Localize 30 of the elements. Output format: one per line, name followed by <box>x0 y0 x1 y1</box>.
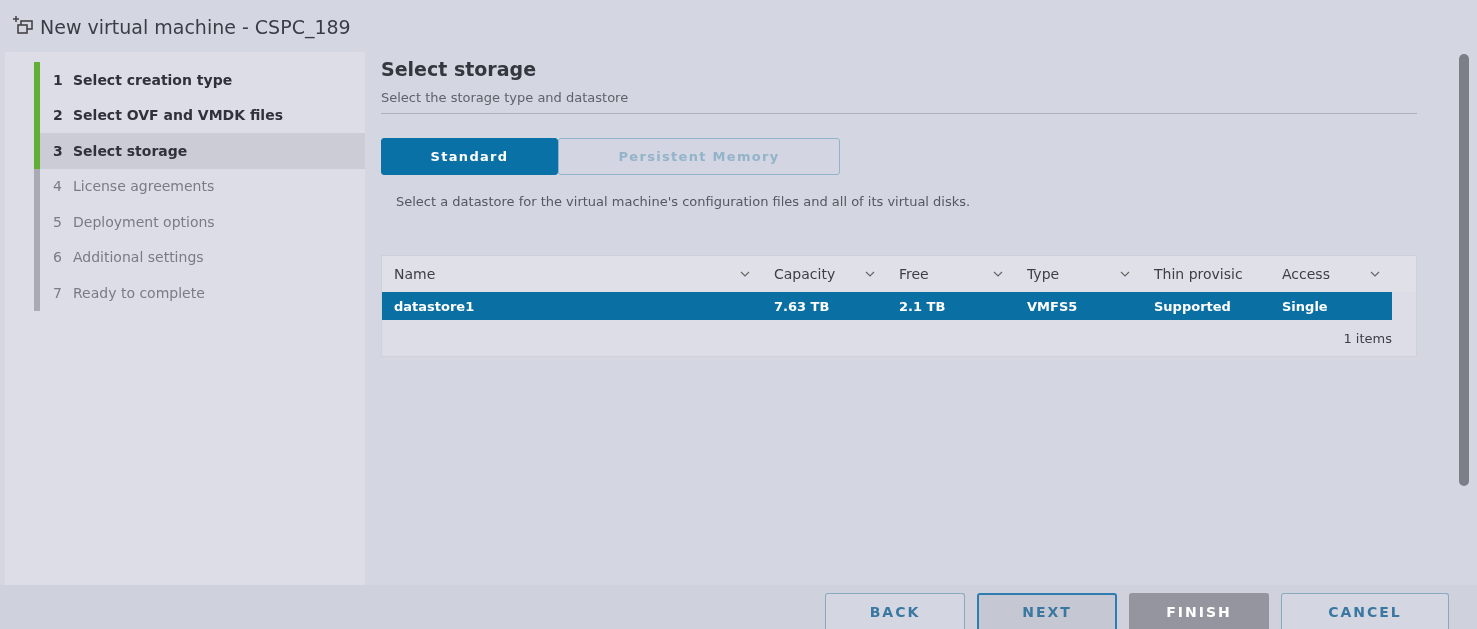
column-header[interactable]: Thin provisic <box>1142 266 1270 282</box>
column-header[interactable]: Free <box>887 266 1015 282</box>
column-header[interactable]: Type <box>1015 266 1142 282</box>
page-subtitle: Select the storage type and datastore <box>381 90 1417 114</box>
storage-type-tab[interactable]: Standard <box>381 138 558 175</box>
wizard-step[interactable]: 3 Select storage <box>35 133 365 169</box>
wizard-button[interactable]: BACK <box>825 593 965 629</box>
caret-icon[interactable] <box>1370 271 1380 277</box>
caret-icon[interactable] <box>865 271 875 277</box>
datastore-row[interactable]: datastore1 7.63 TB 2.1 TB VMFS5 Supported Single <box>382 292 1392 320</box>
caret-icon[interactable] <box>740 271 750 277</box>
wizard-button[interactable]: CANCEL <box>1281 593 1449 629</box>
wizard-step[interactable]: 6 Additional settings <box>35 239 365 275</box>
new-vm-icon <box>12 15 34 35</box>
item-count: 1 items <box>1343 330 1392 346</box>
column-header[interactable]: Capacity <box>762 266 887 282</box>
caret-icon[interactable] <box>993 271 1003 277</box>
wizard-step[interactable]: 7 Ready to complete <box>35 275 365 311</box>
scrollbar[interactable] <box>1459 54 1469 486</box>
window-title: New virtual machine - CSPC_189 <box>40 16 351 38</box>
caret-icon[interactable] <box>1120 271 1130 277</box>
column-header[interactable]: Name <box>382 266 762 282</box>
wizard-step[interactable]: 4 License agreements <box>35 168 365 204</box>
wizard-step[interactable]: 5 Deployment options <box>35 204 365 240</box>
page-title: Select storage <box>381 58 538 80</box>
wizard-step[interactable]: 2 Select OVF and VMDK files <box>35 97 365 133</box>
wizard-button[interactable]: NEXT <box>977 593 1117 629</box>
instruction-text: Select a datastore for the virtual machine's configuration files and all of its virtual disks. <box>396 194 972 209</box>
column-header[interactable]: Access <box>1270 266 1392 282</box>
wizard-step[interactable]: 1 Select creation type <box>35 62 365 98</box>
